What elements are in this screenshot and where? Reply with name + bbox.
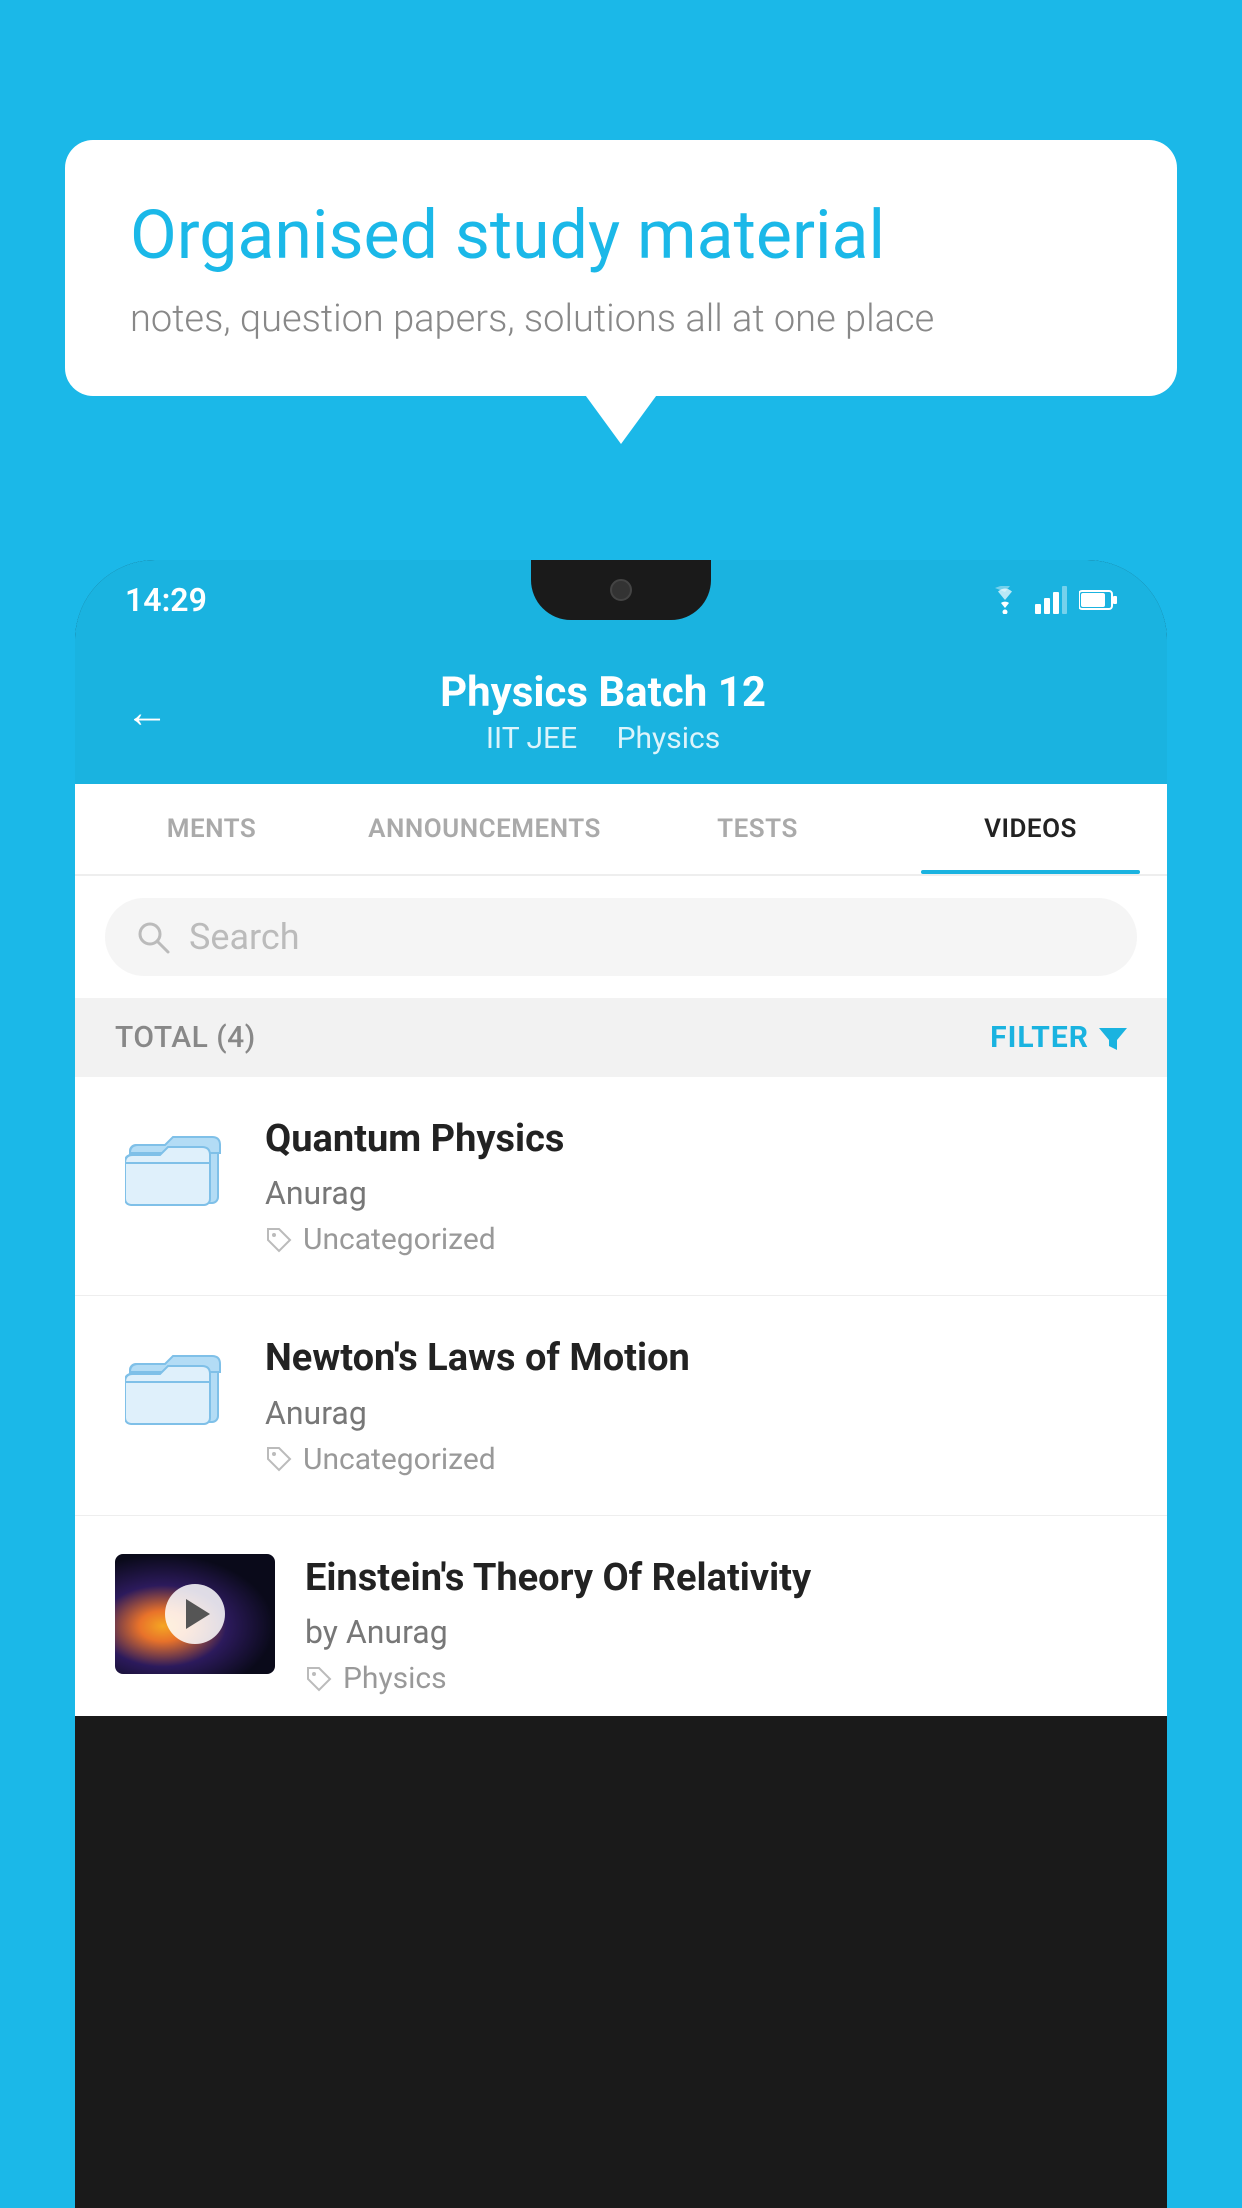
header-subtitle: IIT JEE Physics (199, 721, 1007, 756)
folder-icon (125, 1342, 225, 1427)
video-info: Newton's Laws of Motion Anurag Uncategor… (265, 1334, 1127, 1476)
status-time: 14:29 (125, 581, 207, 619)
header-title: Physics Batch 12 (199, 668, 1007, 717)
speech-bubble-container: Organised study material notes, question… (65, 140, 1177, 396)
status-bar: 14:29 (75, 560, 1167, 640)
list-item[interactable]: Newton's Laws of Motion Anurag Uncategor… (75, 1296, 1167, 1515)
video-title: Newton's Laws of Motion (265, 1334, 1127, 1383)
video-tag: Uncategorized (265, 1222, 1127, 1257)
list-item[interactable]: Einstein's Theory Of Relativity by Anura… (75, 1516, 1167, 1716)
bubble-subtitle: notes, question papers, solutions all at… (130, 297, 1112, 341)
app-header: ← Physics Batch 12 IIT JEE Physics (75, 640, 1167, 784)
header-subtitle-physics: Physics (617, 721, 721, 756)
tag-icon (305, 1665, 333, 1693)
tag-label: Physics (343, 1661, 447, 1696)
tag-icon (265, 1445, 293, 1473)
phone-frame: 14:29 (75, 560, 1167, 2208)
back-button[interactable]: ← (125, 686, 169, 738)
filter-button[interactable]: FILTER (990, 1020, 1127, 1055)
camera-dot (610, 579, 632, 601)
video-tag: Physics (305, 1661, 1127, 1696)
filter-label: FILTER (990, 1020, 1089, 1055)
tab-bar: MENTS ANNOUNCEMENTS TESTS VIDEOS (75, 784, 1167, 876)
search-container: Search (75, 876, 1167, 998)
speech-bubble: Organised study material notes, question… (65, 140, 1177, 396)
tag-icon (265, 1226, 293, 1254)
list-item[interactable]: Quantum Physics Anurag Uncategorized (75, 1077, 1167, 1296)
bubble-title: Organised study material (130, 195, 1112, 277)
video-title: Quantum Physics (265, 1115, 1127, 1164)
tab-tests[interactable]: TESTS (621, 784, 894, 874)
status-icons (987, 586, 1117, 614)
header-subtitle-iitjee: IIT JEE (486, 721, 577, 756)
tab-videos[interactable]: VIDEOS (894, 784, 1167, 874)
filter-icon (1099, 1024, 1127, 1052)
video-title: Einstein's Theory Of Relativity (305, 1554, 1127, 1603)
video-author: by Anurag (305, 1613, 1127, 1651)
signal-icon (1035, 586, 1067, 614)
video-author: Anurag (265, 1394, 1127, 1432)
play-button[interactable] (165, 1584, 225, 1644)
search-input-wrapper[interactable]: Search (105, 898, 1137, 976)
total-count: TOTAL (4) (115, 1020, 256, 1055)
wifi-icon (987, 586, 1023, 614)
search-placeholder: Search (189, 916, 300, 958)
notch (531, 560, 711, 620)
search-icon (135, 919, 171, 955)
video-info: Quantum Physics Anurag Uncategorized (265, 1115, 1127, 1257)
play-triangle-icon (186, 1599, 210, 1629)
folder-icon-container (115, 1334, 235, 1434)
battery-icon (1079, 589, 1117, 611)
filter-bar: TOTAL (4) FILTER (75, 998, 1167, 1077)
header-title-group: Physics Batch 12 IIT JEE Physics (199, 668, 1007, 756)
tag-label: Uncategorized (303, 1222, 496, 1257)
video-author: Anurag (265, 1174, 1127, 1212)
video-thumbnail (115, 1554, 275, 1674)
video-list: Quantum Physics Anurag Uncategorized (75, 1077, 1167, 1716)
tag-label: Uncategorized (303, 1442, 496, 1477)
tab-ments[interactable]: MENTS (75, 784, 348, 874)
video-info: Einstein's Theory Of Relativity by Anura… (305, 1554, 1127, 1696)
tab-announcements[interactable]: ANNOUNCEMENTS (348, 784, 621, 874)
video-tag: Uncategorized (265, 1442, 1127, 1477)
folder-icon (125, 1123, 225, 1208)
folder-icon-container (115, 1115, 235, 1215)
